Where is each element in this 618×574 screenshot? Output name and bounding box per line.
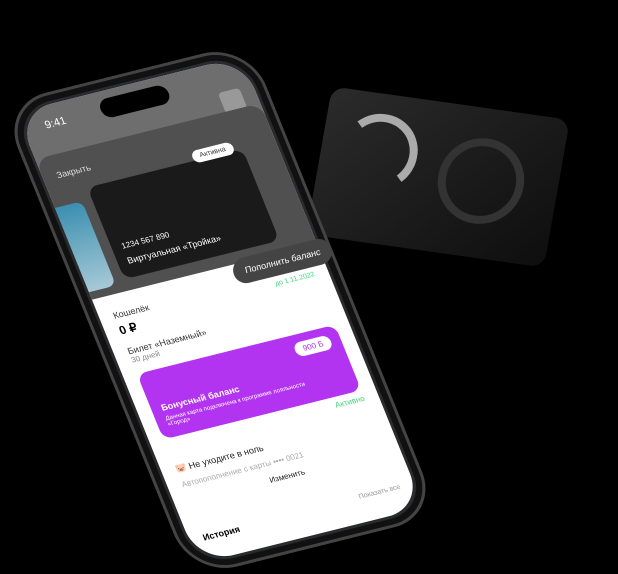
logo-arc [335,108,424,195]
logo-arc [430,132,532,230]
history-title: История [201,524,242,543]
show-all-link[interactable]: Показать все [358,484,403,504]
status-badge[interactable]: Активна [189,141,236,164]
troika-card-image [306,86,570,268]
close-button[interactable]: Закрыть [55,162,92,180]
dynamic-island [96,83,173,120]
bonus-points: 900 Б [292,334,334,358]
status-time: 9:41 [42,115,69,132]
